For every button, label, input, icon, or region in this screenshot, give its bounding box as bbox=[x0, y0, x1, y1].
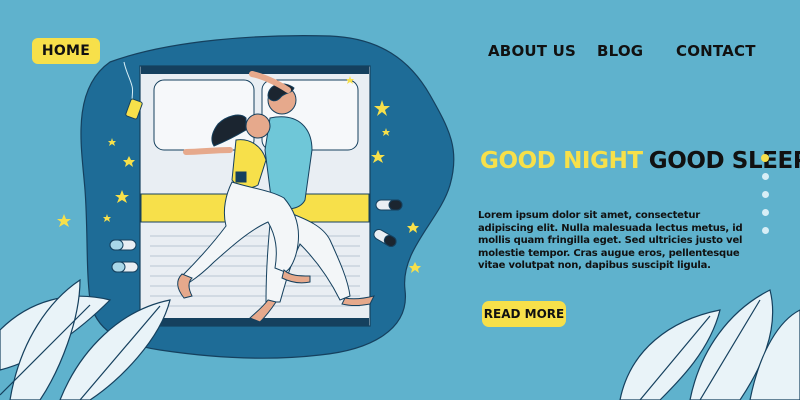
nav-about-link[interactable]: ABOUT US bbox=[488, 38, 576, 64]
nav-home-button[interactable]: HOME bbox=[32, 38, 100, 64]
slider-dot-1[interactable] bbox=[761, 154, 769, 162]
slider-dot-5[interactable] bbox=[762, 227, 769, 234]
nav-blog-link[interactable]: BLOG bbox=[597, 38, 643, 64]
slider-dots bbox=[761, 154, 771, 245]
slider-dot-4[interactable] bbox=[762, 209, 769, 216]
headline-good-sleep: GOOD SLEEP bbox=[648, 148, 800, 174]
slider-dot-2[interactable] bbox=[762, 173, 769, 180]
hero-headline: GOOD NIGHT GOOD SLEEP bbox=[480, 148, 800, 174]
nav-contact-link[interactable]: CONTACT bbox=[676, 38, 756, 64]
headline-good-night: GOOD NIGHT bbox=[480, 148, 643, 174]
read-more-button[interactable]: READ MORE bbox=[482, 301, 566, 327]
slider-dot-3[interactable] bbox=[762, 191, 769, 198]
hero-body-text: Lorem ipsum dolor sit amet, consectetur … bbox=[478, 210, 743, 271]
leaf-icon bbox=[619, 289, 800, 400]
